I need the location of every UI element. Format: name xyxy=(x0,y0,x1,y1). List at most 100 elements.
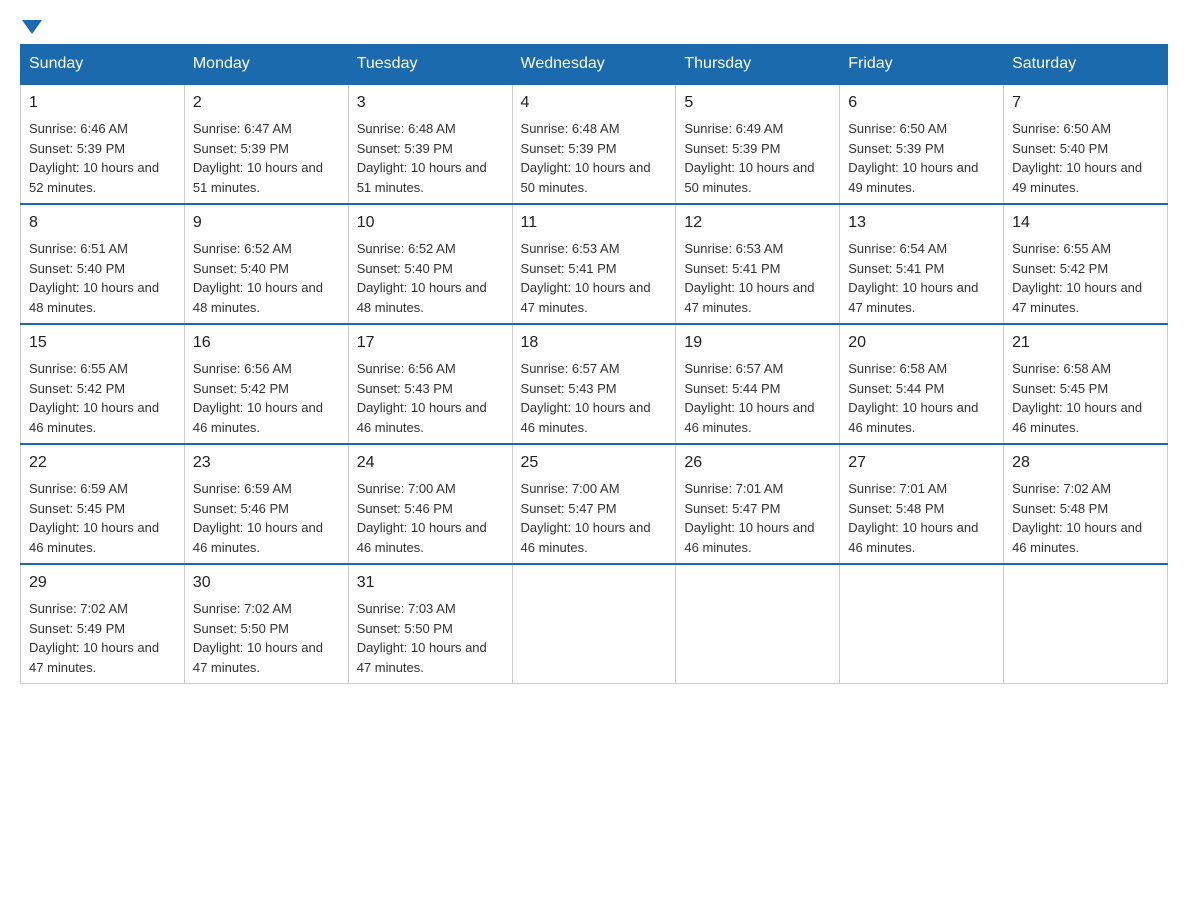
day-number: 10 xyxy=(357,211,504,235)
sunrise-text: Sunrise: 6:55 AM xyxy=(1012,241,1111,256)
daylight-text: Daylight: 10 hours and 48 minutes. xyxy=(29,280,159,315)
calendar-cell: 8 Sunrise: 6:51 AM Sunset: 5:40 PM Dayli… xyxy=(21,204,185,324)
calendar-cell xyxy=(840,564,1004,684)
daylight-text: Daylight: 10 hours and 49 minutes. xyxy=(848,160,978,195)
sunset-text: Sunset: 5:42 PM xyxy=(29,381,125,396)
day-number: 4 xyxy=(521,91,668,115)
sunrise-text: Sunrise: 7:02 AM xyxy=(29,601,128,616)
calendar-week-row: 29 Sunrise: 7:02 AM Sunset: 5:49 PM Dayl… xyxy=(21,564,1168,684)
sunset-text: Sunset: 5:46 PM xyxy=(193,501,289,516)
sunset-text: Sunset: 5:40 PM xyxy=(193,261,289,276)
day-number: 19 xyxy=(684,331,831,355)
sunrise-text: Sunrise: 6:56 AM xyxy=(357,361,456,376)
calendar-table: SundayMondayTuesdayWednesdayThursdayFrid… xyxy=(20,44,1168,684)
sunrise-text: Sunrise: 6:53 AM xyxy=(521,241,620,256)
sunset-text: Sunset: 5:50 PM xyxy=(357,621,453,636)
calendar-cell: 25 Sunrise: 7:00 AM Sunset: 5:47 PM Dayl… xyxy=(512,444,676,564)
day-number: 8 xyxy=(29,211,176,235)
daylight-text: Daylight: 10 hours and 47 minutes. xyxy=(29,640,159,675)
calendar-cell: 20 Sunrise: 6:58 AM Sunset: 5:44 PM Dayl… xyxy=(840,324,1004,444)
day-number: 21 xyxy=(1012,331,1159,355)
logo xyxy=(20,20,44,34)
sunrise-text: Sunrise: 6:59 AM xyxy=(193,481,292,496)
day-number: 28 xyxy=(1012,451,1159,475)
day-number: 17 xyxy=(357,331,504,355)
day-number: 5 xyxy=(684,91,831,115)
day-number: 12 xyxy=(684,211,831,235)
calendar-cell: 27 Sunrise: 7:01 AM Sunset: 5:48 PM Dayl… xyxy=(840,444,1004,564)
daylight-text: Daylight: 10 hours and 47 minutes. xyxy=(521,280,651,315)
sunrise-text: Sunrise: 6:58 AM xyxy=(1012,361,1111,376)
daylight-text: Daylight: 10 hours and 47 minutes. xyxy=(848,280,978,315)
weekday-header-sunday: Sunday xyxy=(21,45,185,85)
day-number: 20 xyxy=(848,331,995,355)
day-number: 22 xyxy=(29,451,176,475)
sunset-text: Sunset: 5:41 PM xyxy=(848,261,944,276)
calendar-cell: 29 Sunrise: 7:02 AM Sunset: 5:49 PM Dayl… xyxy=(21,564,185,684)
day-number: 14 xyxy=(1012,211,1159,235)
sunset-text: Sunset: 5:43 PM xyxy=(521,381,617,396)
calendar-week-row: 8 Sunrise: 6:51 AM Sunset: 5:40 PM Dayli… xyxy=(21,204,1168,324)
sunrise-text: Sunrise: 6:52 AM xyxy=(357,241,456,256)
sunset-text: Sunset: 5:40 PM xyxy=(357,261,453,276)
day-number: 24 xyxy=(357,451,504,475)
sunrise-text: Sunrise: 6:57 AM xyxy=(521,361,620,376)
day-number: 1 xyxy=(29,91,176,115)
day-number: 30 xyxy=(193,571,340,595)
sunset-text: Sunset: 5:46 PM xyxy=(357,501,453,516)
sunset-text: Sunset: 5:48 PM xyxy=(848,501,944,516)
weekday-header-row: SundayMondayTuesdayWednesdayThursdayFrid… xyxy=(21,45,1168,85)
calendar-cell: 11 Sunrise: 6:53 AM Sunset: 5:41 PM Dayl… xyxy=(512,204,676,324)
sunset-text: Sunset: 5:41 PM xyxy=(521,261,617,276)
calendar-cell: 13 Sunrise: 6:54 AM Sunset: 5:41 PM Dayl… xyxy=(840,204,1004,324)
daylight-text: Daylight: 10 hours and 46 minutes. xyxy=(1012,400,1142,435)
sunset-text: Sunset: 5:39 PM xyxy=(29,141,125,156)
sunrise-text: Sunrise: 6:55 AM xyxy=(29,361,128,376)
daylight-text: Daylight: 10 hours and 50 minutes. xyxy=(521,160,651,195)
daylight-text: Daylight: 10 hours and 52 minutes. xyxy=(29,160,159,195)
sunset-text: Sunset: 5:40 PM xyxy=(1012,141,1108,156)
day-number: 23 xyxy=(193,451,340,475)
sunset-text: Sunset: 5:49 PM xyxy=(29,621,125,636)
calendar-cell: 6 Sunrise: 6:50 AM Sunset: 5:39 PM Dayli… xyxy=(840,84,1004,204)
calendar-cell: 5 Sunrise: 6:49 AM Sunset: 5:39 PM Dayli… xyxy=(676,84,840,204)
sunrise-text: Sunrise: 7:03 AM xyxy=(357,601,456,616)
calendar-cell: 28 Sunrise: 7:02 AM Sunset: 5:48 PM Dayl… xyxy=(1004,444,1168,564)
daylight-text: Daylight: 10 hours and 50 minutes. xyxy=(684,160,814,195)
sunrise-text: Sunrise: 7:00 AM xyxy=(521,481,620,496)
calendar-week-row: 1 Sunrise: 6:46 AM Sunset: 5:39 PM Dayli… xyxy=(21,84,1168,204)
sunset-text: Sunset: 5:48 PM xyxy=(1012,501,1108,516)
sunrise-text: Sunrise: 6:53 AM xyxy=(684,241,783,256)
weekday-header-thursday: Thursday xyxy=(676,45,840,85)
sunset-text: Sunset: 5:45 PM xyxy=(29,501,125,516)
calendar-cell: 4 Sunrise: 6:48 AM Sunset: 5:39 PM Dayli… xyxy=(512,84,676,204)
sunset-text: Sunset: 5:39 PM xyxy=(848,141,944,156)
calendar-cell: 12 Sunrise: 6:53 AM Sunset: 5:41 PM Dayl… xyxy=(676,204,840,324)
sunset-text: Sunset: 5:44 PM xyxy=(684,381,780,396)
daylight-text: Daylight: 10 hours and 51 minutes. xyxy=(357,160,487,195)
sunrise-text: Sunrise: 6:50 AM xyxy=(1012,121,1111,136)
sunset-text: Sunset: 5:40 PM xyxy=(29,261,125,276)
day-number: 29 xyxy=(29,571,176,595)
sunset-text: Sunset: 5:39 PM xyxy=(357,141,453,156)
daylight-text: Daylight: 10 hours and 48 minutes. xyxy=(357,280,487,315)
day-number: 26 xyxy=(684,451,831,475)
sunrise-text: Sunrise: 6:57 AM xyxy=(684,361,783,376)
calendar-cell: 2 Sunrise: 6:47 AM Sunset: 5:39 PM Dayli… xyxy=(184,84,348,204)
sunrise-text: Sunrise: 6:48 AM xyxy=(521,121,620,136)
daylight-text: Daylight: 10 hours and 51 minutes. xyxy=(193,160,323,195)
calendar-cell xyxy=(676,564,840,684)
sunrise-text: Sunrise: 6:48 AM xyxy=(357,121,456,136)
day-number: 3 xyxy=(357,91,504,115)
daylight-text: Daylight: 10 hours and 46 minutes. xyxy=(357,520,487,555)
calendar-cell: 22 Sunrise: 6:59 AM Sunset: 5:45 PM Dayl… xyxy=(21,444,185,564)
logo-arrow-icon xyxy=(22,20,42,34)
sunset-text: Sunset: 5:39 PM xyxy=(521,141,617,156)
sunset-text: Sunset: 5:43 PM xyxy=(357,381,453,396)
calendar-cell: 16 Sunrise: 6:56 AM Sunset: 5:42 PM Dayl… xyxy=(184,324,348,444)
daylight-text: Daylight: 10 hours and 46 minutes. xyxy=(521,520,651,555)
calendar-cell: 19 Sunrise: 6:57 AM Sunset: 5:44 PM Dayl… xyxy=(676,324,840,444)
calendar-week-row: 22 Sunrise: 6:59 AM Sunset: 5:45 PM Dayl… xyxy=(21,444,1168,564)
sunset-text: Sunset: 5:44 PM xyxy=(848,381,944,396)
day-number: 25 xyxy=(521,451,668,475)
